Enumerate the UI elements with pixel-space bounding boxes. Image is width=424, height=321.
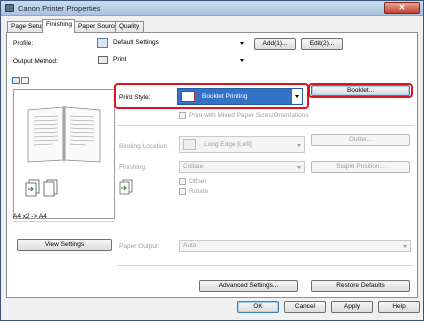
- staple-position-button[interactable]: Staple Position...: [311, 161, 410, 173]
- binding-value: Long Edge [Left]: [204, 141, 252, 148]
- bottom-separator: [117, 265, 414, 266]
- restore-defaults-button[interactable]: Restore Defaults: [311, 280, 410, 292]
- binding-location-label: Binding Location:: [119, 143, 169, 150]
- binding-icon: [183, 139, 196, 150]
- help-button[interactable]: Help: [378, 301, 420, 313]
- default-settings-icon: [97, 38, 108, 48]
- rotate-label: Rotate: [189, 188, 209, 195]
- advanced-settings-button[interactable]: Advanced Settings...: [199, 280, 298, 292]
- print-style-label: Print Style:: [119, 94, 151, 101]
- paper-output-select[interactable]: Auto: [179, 240, 411, 252]
- ok-button[interactable]: OK: [237, 301, 279, 313]
- preview-pane: [13, 89, 115, 219]
- close-button[interactable]: ✕: [384, 2, 420, 14]
- chevron-down-icon: [297, 166, 301, 169]
- dropdown-arrow-icon: [295, 95, 299, 98]
- profile-label: Profile:: [13, 40, 34, 47]
- cancel-button[interactable]: Cancel: [284, 301, 326, 313]
- printer-icon: [98, 56, 108, 64]
- printer-properties-window: Canon Printer Properties ✕ Page Setup Fi…: [0, 0, 424, 321]
- output-method-label: Output Method:: [13, 58, 58, 65]
- chevron-down-icon: [403, 245, 407, 248]
- preview-separator: [13, 221, 115, 222]
- chevron-down-icon: [240, 59, 244, 62]
- tab-paper-source[interactable]: Paper Source: [74, 21, 118, 32]
- finishing-panel: Profile: Default Settings Add(1)... Edit…: [6, 32, 418, 298]
- mixed-paper-label: Print with Mixed Paper Sizes/Orientation…: [189, 112, 309, 119]
- booklet-button[interactable]: Booklet...: [311, 85, 410, 96]
- finishing-select[interactable]: Collate: [179, 161, 305, 173]
- view-settings-button[interactable]: View Settings: [17, 239, 112, 251]
- print-style-select[interactable]: Booklet Printing: [177, 88, 303, 105]
- page-layout-icon[interactable]: [12, 77, 20, 84]
- finishing-icon: [119, 179, 133, 195]
- chevron-down-icon: [240, 42, 244, 45]
- section-separator: [117, 125, 414, 126]
- tab-quality[interactable]: Quality: [115, 21, 144, 32]
- printer-view-icon[interactable]: [21, 77, 29, 84]
- gutter-button[interactable]: Gutter...: [311, 134, 410, 146]
- paper-output-label: Paper Output:: [119, 243, 160, 250]
- rotate-checkbox[interactable]: [179, 188, 186, 195]
- tab-finishing[interactable]: Finishing: [42, 19, 75, 33]
- offset-label: Offset: [189, 178, 207, 185]
- output-method-value: Print: [113, 56, 127, 63]
- profile-select[interactable]: Default Settings: [95, 38, 247, 50]
- finishing-label: Finishing:: [119, 164, 147, 171]
- add-profile-button[interactable]: Add(1)...: [254, 38, 296, 50]
- print-style-value: Booklet Printing: [202, 93, 248, 100]
- finishing-value: Collate: [183, 163, 204, 170]
- title-bar: Canon Printer Properties ✕: [1, 1, 423, 16]
- profile-value: Default Settings: [113, 39, 159, 46]
- paper-output-value: Auto: [183, 242, 197, 249]
- edit-profile-button[interactable]: Edit(2)...: [301, 38, 343, 50]
- window-title: Canon Printer Properties: [18, 4, 101, 13]
- booklet-preview-image: [25, 106, 101, 197]
- preview-caption: A4 x2 -> A4: [13, 213, 47, 220]
- mixed-paper-checkbox[interactable]: [179, 112, 186, 119]
- apply-button[interactable]: Apply: [331, 301, 373, 313]
- output-method-select[interactable]: Print: [95, 55, 247, 67]
- chevron-down-icon: [297, 144, 301, 147]
- offset-checkbox[interactable]: [179, 178, 186, 185]
- printer-properties-icon: [5, 4, 14, 12]
- booklet-icon: [181, 91, 195, 102]
- tab-page-setup[interactable]: Page Setup: [7, 21, 45, 32]
- binding-location-select[interactable]: Long Edge [Left]: [179, 136, 305, 153]
